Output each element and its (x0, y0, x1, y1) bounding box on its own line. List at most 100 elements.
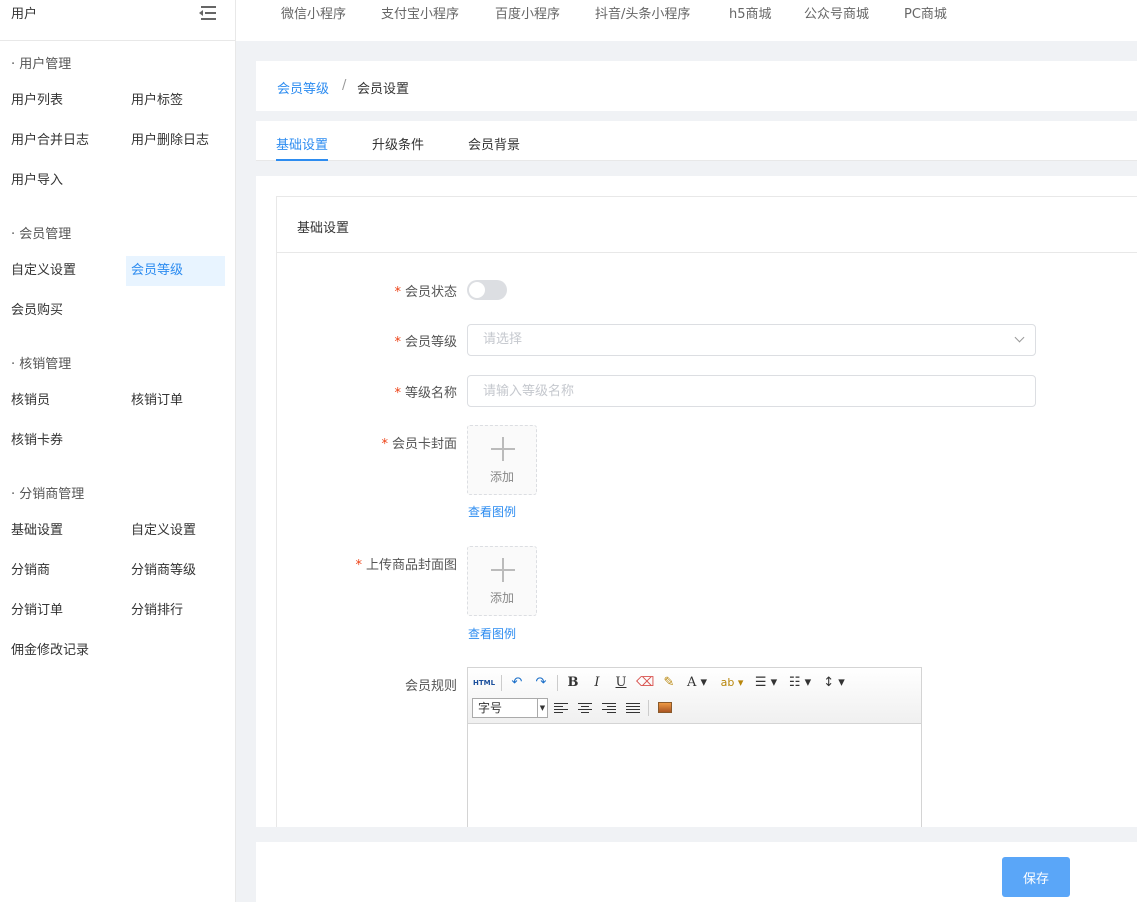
unordered-list-icon[interactable]: ☷ ▾ (786, 674, 814, 692)
align-right-icon[interactable] (602, 702, 616, 714)
line-height-icon[interactable]: ↕ ▾ (820, 674, 848, 692)
sidebar-item-user-merge-log[interactable]: 用户合并日志 (6, 126, 94, 156)
sidebar-item-distributors[interactable]: 分销商 (6, 556, 55, 586)
sidebar-item-distribution-ranking[interactable]: 分销排行 (126, 596, 188, 626)
save-button[interactable]: 保存 (1002, 857, 1070, 897)
goods-cover-label-row: * 上传商品封面图 (277, 554, 457, 573)
platform-tab-alipay-miniprogram[interactable]: 支付宝小程序 (381, 3, 459, 22)
editor-toolbar: HTML ↶ ↷ B I U ⌫ ✎ A ▾ ab ▾ ☰ ▾ ☷ ▾ ↕ ▾ … (468, 668, 921, 724)
platform-tab-pc-mall[interactable]: PC商城 (904, 3, 947, 22)
sidebar-item-user-delete-log[interactable]: 用户删除日志 (126, 126, 214, 156)
breadcrumb-separator: / (342, 78, 347, 93)
ordered-list-icon[interactable]: ☰ ▾ (752, 674, 780, 692)
font-color-icon[interactable]: A ▾ (684, 674, 710, 692)
underline-icon[interactable]: U (613, 674, 629, 692)
platform-tab-baidu-miniprogram[interactable]: 百度小程序 (495, 3, 560, 22)
breadcrumb-parent-link[interactable]: 会员等级 (277, 78, 329, 97)
tab-member-background[interactable]: 会员背景 (468, 134, 520, 161)
cover-label: 会员卡封面 (391, 437, 457, 452)
sidebar-item-distributor-custom-settings[interactable]: 自定义设置 (126, 516, 201, 546)
toolbar-divider (648, 700, 649, 716)
member-status-switch[interactable] (467, 280, 507, 300)
name-label: 等级名称 (404, 386, 457, 401)
status-label: 会员状态 (404, 285, 457, 300)
tab-basic-settings[interactable]: 基础设置 (276, 134, 329, 161)
format-brush-icon[interactable]: ✎ (660, 674, 678, 692)
rules-label: 会员规则 (404, 679, 457, 694)
rich-text-editor: HTML ↶ ↷ B I U ⌫ ✎ A ▾ ab ▾ ☰ ▾ ☷ ▾ ↕ ▾ … (467, 667, 922, 827)
editor-body[interactable] (468, 724, 921, 827)
required-mark: * (381, 437, 388, 452)
level-name-input[interactable] (467, 375, 1036, 407)
goods-cover-label: 上传商品封面图 (365, 558, 457, 573)
sidebar-header: 用户 (0, 0, 235, 41)
goods-cover-view-example-link[interactable]: 查看图例 (468, 625, 516, 642)
settings-card: 基础设置 *会员状态 *会员等级 请选择 *等级名称 *会员卡封面 添加 查看图 (276, 196, 1137, 827)
sidebar-item-distribution-orders[interactable]: 分销订单 (6, 596, 68, 626)
eraser-icon[interactable]: ⌫ (636, 674, 654, 692)
footer-bar: 保存 (256, 842, 1137, 902)
align-left-icon[interactable] (554, 702, 568, 714)
font-size-label: 字号 (478, 701, 503, 715)
breadcrumb-current: 会员设置 (357, 82, 410, 97)
sidebar-item-member-purchase[interactable]: 会员购买 (6, 296, 68, 326)
menu-collapse-icon[interactable] (199, 5, 216, 21)
required-mark: * (394, 335, 401, 350)
level-label-row: * 会员等级 (277, 331, 457, 350)
highlight-icon[interactable]: ab ▾ (718, 674, 746, 692)
status-label-row: * 会员状态 (277, 281, 457, 300)
cover-label-row: * 会员卡封面 (277, 433, 457, 452)
undo-icon[interactable]: ↶ (508, 674, 526, 692)
sidebar-item-distributor-levels[interactable]: 分销商等级 (126, 556, 201, 586)
redo-icon[interactable]: ↷ (532, 674, 550, 692)
required-mark: * (355, 558, 362, 573)
sidebar-item-commission-log[interactable]: 佣金修改记录 (6, 636, 94, 666)
tab-upgrade-conditions[interactable]: 升级条件 (372, 134, 424, 161)
cover-upload-button[interactable]: 添加 (467, 425, 537, 495)
cover-view-example-link[interactable]: 查看图例 (468, 503, 516, 520)
toolbar-divider (501, 675, 502, 691)
sidebar-item-user-import[interactable]: 用户导入 (6, 166, 68, 196)
platform-tab-official-account-mall[interactable]: 公众号商城 (804, 3, 869, 22)
card-header: 基础设置 (277, 197, 1137, 253)
font-size-select[interactable]: 字号 ▼ (472, 698, 548, 718)
html-source-icon[interactable]: HTML (472, 674, 496, 692)
level-label: 会员等级 (404, 335, 457, 350)
group-verification-management: · 核销管理 (11, 357, 72, 372)
align-center-icon[interactable] (578, 702, 592, 714)
goods-cover-upload-button[interactable]: 添加 (467, 546, 537, 616)
settings-tabs: 基础设置 升级条件 会员背景 (256, 121, 1137, 161)
switch-knob (469, 282, 485, 298)
chevron-down-icon: ▼ (537, 699, 547, 717)
sidebar-item-user-list[interactable]: 用户列表 (6, 86, 68, 116)
platform-tab-douyin-miniprogram[interactable]: 抖音/头条小程序 (595, 3, 690, 22)
align-justify-icon[interactable] (626, 702, 640, 714)
sidebar-item-member-level[interactable]: 会员等级 (126, 256, 225, 286)
breadcrumb: 会员等级 / 会员设置 (256, 61, 1137, 111)
rules-label-row: 会员规则 (277, 675, 457, 694)
insert-image-icon[interactable] (658, 702, 672, 713)
sidebar-item-custom-settings[interactable]: 自定义设置 (6, 256, 81, 286)
italic-icon[interactable]: I (589, 674, 605, 692)
cover-add-label: 添加 (489, 470, 514, 484)
sidebar-item-verification-orders[interactable]: 核销订单 (126, 386, 188, 416)
main-content: 基础设置 *会员状态 *会员等级 请选择 *等级名称 *会员卡封面 添加 查看图 (256, 176, 1137, 827)
sidebar-item-verification-coupons[interactable]: 核销卡券 (6, 426, 68, 456)
toolbar-divider (557, 675, 558, 691)
group-user-management: · 用户管理 (11, 57, 72, 72)
member-level-placeholder: 请选择 (483, 332, 523, 347)
required-mark: * (394, 285, 401, 300)
platform-tab-wechat-miniprogram[interactable]: 微信小程序 (281, 3, 346, 22)
sidebar-item-verifier[interactable]: 核销员 (6, 386, 55, 416)
chevron-down-icon (1014, 332, 1025, 343)
member-level-select[interactable]: 请选择 (467, 324, 1036, 356)
platform-tab-h5-mall[interactable]: h5商城 (729, 3, 772, 22)
group-member-management: · 会员管理 (11, 227, 72, 242)
sidebar: 用户 · 用户管理 用户列表 用户标签 用户合并日志 用户删除日志 用户导入 ·… (0, 0, 236, 902)
sidebar-item-user-tags[interactable]: 用户标签 (126, 86, 188, 116)
sidebar-title: 用户 (11, 7, 38, 22)
bold-icon[interactable]: B (565, 674, 581, 692)
name-label-row: * 等级名称 (277, 382, 457, 401)
sidebar-item-basic-settings[interactable]: 基础设置 (6, 516, 68, 546)
group-distributor-management: · 分销商管理 (11, 487, 85, 502)
